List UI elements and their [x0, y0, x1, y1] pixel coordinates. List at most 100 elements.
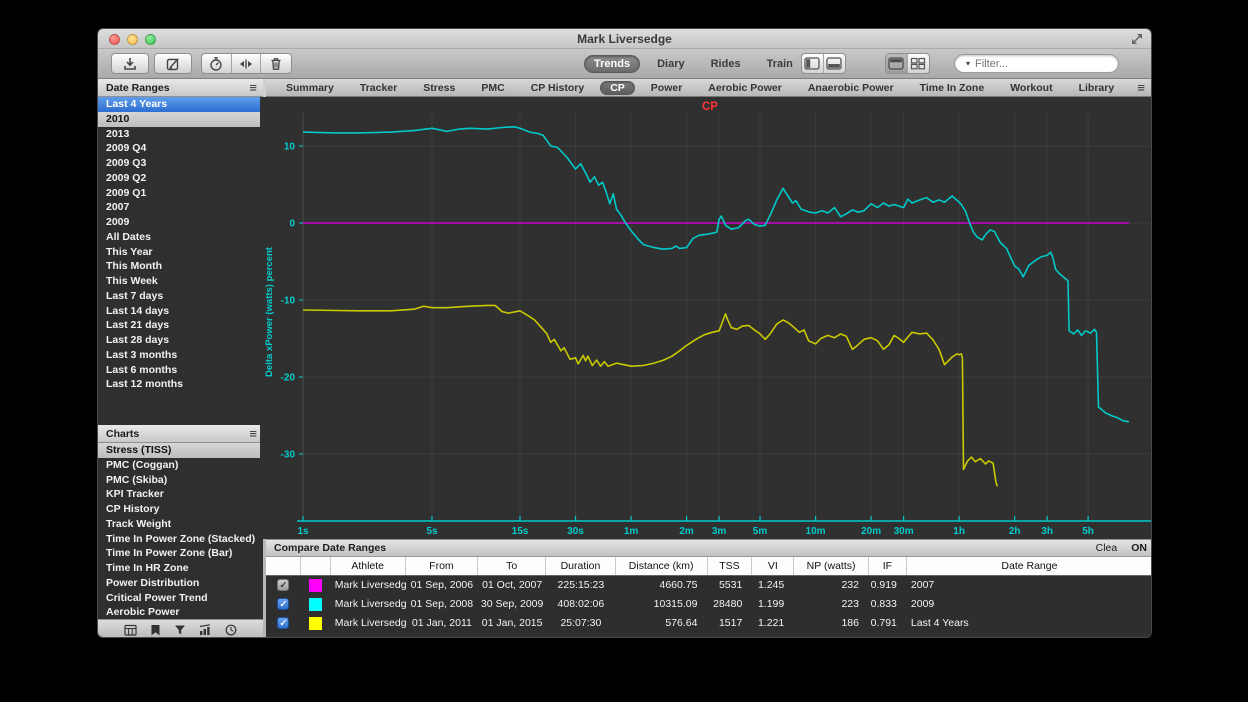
date-ranges-menu-icon[interactable]: ≡	[249, 79, 257, 97]
chart-item-pmc-coggan[interactable]: PMC (Coggan)	[98, 458, 263, 473]
column-header-tss[interactable]: TSS	[708, 557, 753, 575]
chart-tab-menu-icon[interactable]: ≡	[1137, 80, 1145, 95]
date-range-this-week[interactable]: This Week	[98, 274, 263, 289]
date-range-last-6-months[interactable]: Last 6 months	[98, 363, 263, 378]
date-range-last-3-months[interactable]: Last 3 months	[98, 348, 263, 363]
chart-tab-cp-history[interactable]: CP History	[521, 81, 595, 95]
date-range-2007[interactable]: 2007	[98, 200, 263, 215]
chart-tab-time-in-zone[interactable]: Time In Zone	[910, 81, 995, 95]
date-range-2009-q1[interactable]: 2009 Q1	[98, 186, 263, 201]
chart-area: 100-10-20-301s5s15s30s1m2m3m5m10m20m30m1…	[260, 97, 1152, 539]
column-header-duration[interactable]: Duration	[546, 557, 616, 575]
download-icon	[122, 56, 138, 72]
column-header-distance-km[interactable]: Distance (km)	[616, 557, 708, 575]
fullscreen-icon[interactable]	[1131, 33, 1143, 45]
split-button[interactable]	[232, 54, 262, 73]
column-header-athlete[interactable]: Athlete	[331, 557, 406, 575]
y-tick-label: -10	[281, 296, 296, 307]
date-range-last-28-days[interactable]: Last 28 days	[98, 333, 263, 348]
row-checkbox[interactable]: ✓	[277, 598, 289, 610]
chart-item-time-in-hr-zone[interactable]: Time In HR Zone	[98, 561, 263, 576]
column-header-np-watts[interactable]: NP (watts)	[794, 557, 869, 575]
cell-from: 01 Jan, 2011	[406, 614, 479, 633]
chart-item-kpi-tracker[interactable]: KPI Tracker	[98, 487, 263, 502]
chart-tab-tracker[interactable]: Tracker	[350, 81, 407, 95]
delete-button[interactable]	[261, 54, 291, 73]
date-range-2009-q2[interactable]: 2009 Q2	[98, 171, 263, 186]
date-range-all-dates[interactable]: All Dates	[98, 230, 263, 245]
column-header-vi[interactable]: VI	[752, 557, 794, 575]
date-range-2010[interactable]: 2010	[98, 112, 263, 127]
layout-tabbed-button[interactable]	[886, 54, 908, 73]
cp-chart[interactable]: 100-10-20-301s5s15s30s1m2m3m5m10m20m30m1…	[260, 97, 1152, 539]
toggle-bottombar-button[interactable]	[824, 54, 845, 73]
x-tick-label: 30s	[567, 526, 584, 537]
date-range-last-7-days[interactable]: Last 7 days	[98, 289, 263, 304]
chart-item-aerobic-power[interactable]: Aerobic Power	[98, 605, 263, 620]
date-range-last-14-days[interactable]: Last 14 days	[98, 304, 263, 319]
cell-athlete: Mark Liversedge	[331, 614, 406, 633]
chart-bars-icon[interactable]	[199, 624, 212, 636]
x-tick-label: 15s	[512, 526, 529, 537]
main-panel: Summary Tracker Stress PMC CP History CP Power…	[266, 79, 1152, 638]
date-range-2009[interactable]: 2009	[98, 215, 263, 230]
toggle-sidebar-button[interactable]	[802, 54, 824, 73]
date-range-this-month[interactable]: This Month	[98, 259, 263, 274]
compare-on-button[interactable]: ON	[1131, 540, 1147, 557]
edit-button[interactable]	[154, 53, 192, 74]
column-header-col0[interactable]	[266, 557, 301, 575]
view-tab-diary[interactable]: Diary	[648, 56, 694, 72]
column-header-to[interactable]: To	[478, 557, 546, 575]
chart-item-power-distribution[interactable]: Power Distribution	[98, 576, 263, 591]
date-range-last-12-months[interactable]: Last 12 months	[98, 377, 263, 392]
view-tab-rides[interactable]: Rides	[702, 56, 750, 72]
column-header-date-range[interactable]: Date Range	[907, 557, 1152, 575]
view-tab-trends[interactable]: Trends	[584, 55, 640, 73]
calendar-icon[interactable]	[124, 624, 137, 636]
chart-tab-workout[interactable]: Workout	[1000, 81, 1062, 95]
date-range-last-4-years[interactable]: Last 4 Years	[98, 97, 263, 112]
chart-tab-library[interactable]: Library	[1069, 81, 1125, 95]
row-checkbox[interactable]: ✓	[277, 617, 289, 629]
chart-item-time-in-power-zone-bar[interactable]: Time In Power Zone (Bar)	[98, 546, 263, 561]
date-range-2013[interactable]: 2013	[98, 127, 263, 142]
clock-icon[interactable]	[225, 624, 237, 636]
chart-item-track-weight[interactable]: Track Weight	[98, 517, 263, 532]
chart-tab-pmc[interactable]: PMC	[471, 81, 514, 95]
charts-menu-icon[interactable]: ≡	[249, 425, 257, 443]
series-color-swatch	[309, 598, 322, 611]
chart-tab-aerobic-power[interactable]: Aerobic Power	[698, 81, 792, 95]
chart-tab-stress[interactable]: Stress	[413, 81, 465, 95]
chart-item-critical-power-trend[interactable]: Critical Power Trend	[98, 591, 263, 606]
row-checkbox[interactable]: ✓	[277, 579, 289, 591]
cell-distance-km: 10315.09	[616, 595, 708, 614]
view-tab-train[interactable]: Train	[758, 56, 802, 72]
tiled-layout-icon	[910, 57, 926, 70]
download-button[interactable]	[111, 53, 149, 74]
date-range-this-year[interactable]: This Year	[98, 245, 263, 260]
date-range-2009-q3[interactable]: 2009 Q3	[98, 156, 263, 171]
chart-tab-power[interactable]: Power	[641, 81, 693, 95]
clear-button[interactable]: Clea	[1096, 540, 1118, 557]
column-header-col1[interactable]	[301, 557, 331, 575]
chart-item-pmc-skiba[interactable]: PMC (Skiba)	[98, 473, 263, 488]
x-tick-label: 5m	[753, 526, 768, 537]
filter-input[interactable]	[973, 57, 1119, 71]
date-range-last-21-days[interactable]: Last 21 days	[98, 318, 263, 333]
chart-tab-anaerobic-power[interactable]: Anaerobic Power	[798, 81, 904, 95]
column-header-from[interactable]: From	[406, 557, 479, 575]
chart-item-time-in-power-zone-stacked[interactable]: Time In Power Zone (Stacked)	[98, 532, 263, 547]
stopwatch-icon	[208, 56, 224, 72]
stopwatch-button[interactable]	[202, 54, 232, 73]
chart-tab-cp[interactable]: CP	[600, 81, 635, 95]
date-range-2009-q4[interactable]: 2009 Q4	[98, 141, 263, 156]
column-header-if[interactable]: IF	[869, 557, 907, 575]
chart-item-stress-tiss[interactable]: Stress (TISS)	[98, 443, 263, 458]
chart-item-cp-history[interactable]: CP History	[98, 502, 263, 517]
funnel-icon[interactable]	[174, 624, 186, 636]
layout-tiled-button[interactable]	[908, 54, 929, 73]
cell-athlete: Mark Liversedge	[331, 576, 406, 595]
bookmark-icon[interactable]	[150, 624, 161, 636]
filter-field[interactable]: ▾	[954, 54, 1119, 73]
chart-tab-summary[interactable]: Summary	[276, 81, 344, 95]
